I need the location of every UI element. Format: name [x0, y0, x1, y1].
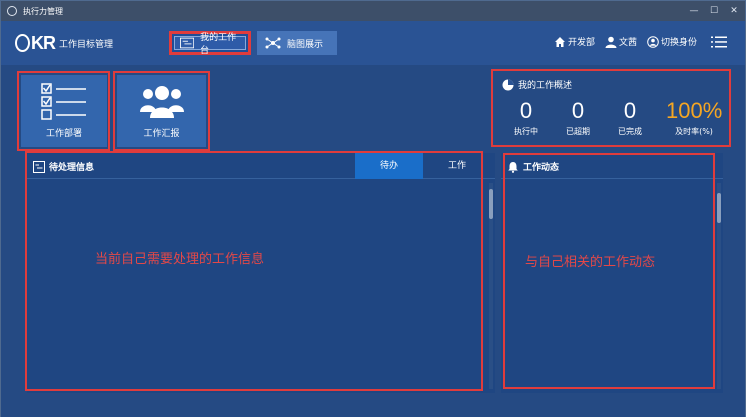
stat-on-time-rate: 100% 及时率(%): [666, 98, 722, 137]
stat-overdue-value: 0: [571, 98, 585, 123]
pie-chart-icon: [502, 79, 514, 90]
okr-logo-mark: KR: [15, 33, 56, 54]
home-icon: [554, 36, 565, 47]
stat-overdue: 0 已超期: [558, 98, 598, 137]
tile-work-report[interactable]: 工作汇报: [117, 75, 206, 147]
app-window: 执行力管理 — ☐ ✕ KR 工作目标管理 我的工作台 脑图展示 开发部 文茜 …: [0, 0, 746, 417]
stat-completed: 0 已完成: [610, 98, 650, 137]
tab-my-workbench[interactable]: 我的工作台: [169, 31, 251, 56]
window-controls: — ☐ ✕: [687, 4, 741, 18]
workbench-icon: [180, 37, 195, 49]
switch-identity-link[interactable]: 切换身份: [647, 35, 697, 48]
pending-annotation-box: [25, 151, 483, 391]
logo-text: 工作目标管理: [59, 40, 114, 50]
stat-overdue-label: 已超期: [566, 127, 590, 136]
tab-mindmap-label: 脑图展示: [287, 39, 324, 50]
stat-on-time-rate-label: 及时率(%): [675, 127, 713, 136]
tab-mindmap[interactable]: 脑图展示: [257, 31, 337, 55]
department-link[interactable]: 开发部: [554, 35, 595, 48]
workbench-content: 工作部署 工作汇报 我的工作概述 0 执行中 0 已超期 0 已完成 100% …: [1, 65, 745, 417]
activity-scrollbar[interactable]: [717, 193, 721, 223]
switch-identity-label: 切换身份: [660, 38, 697, 48]
work-overview: 我的工作概述 0 执行中 0 已超期 0 已完成 100% 及时率(%): [494, 72, 728, 144]
app-logo-icon: [7, 6, 17, 16]
user-name: 文茜: [618, 38, 637, 48]
user-link[interactable]: 文茜: [605, 35, 637, 48]
stat-in-progress-label: 执行中: [514, 127, 538, 136]
stat-completed-label: 已完成: [618, 127, 642, 136]
tile-work-deploy[interactable]: 工作部署: [21, 75, 107, 147]
app-header: KR 工作目标管理 我的工作台 脑图展示 开发部 文茜 切换身份: [1, 21, 745, 65]
maximize-button[interactable]: ☐: [707, 4, 721, 18]
close-button[interactable]: ✕: [727, 4, 741, 18]
department-label: 开发部: [567, 38, 595, 48]
stat-in-progress: 0 执行中: [506, 98, 546, 137]
tile-work-deploy-label: 工作部署: [45, 129, 82, 139]
stat-on-time-rate-value: 100%: [666, 98, 723, 123]
minimize-button[interactable]: —: [687, 4, 701, 18]
tab-my-workbench-label: 我的工作台: [200, 33, 237, 56]
checklist-icon: [41, 83, 86, 120]
team-icon: [139, 86, 184, 118]
stat-completed-value: 0: [623, 98, 637, 123]
stat-in-progress-value: 0: [519, 98, 533, 123]
overview-title-text: 我的工作概述: [518, 81, 573, 91]
switch-user-icon: [647, 35, 659, 48]
overview-title: 我的工作概述: [502, 78, 572, 91]
pending-scrollbar[interactable]: [489, 189, 493, 219]
mindmap-icon: [265, 37, 281, 49]
window-title: 执行力管理: [23, 6, 63, 16]
menu-icon[interactable]: [711, 36, 727, 48]
pending-annotation-text: 当前自己需要处理的工作信息: [95, 252, 265, 267]
title-bar: 执行力管理 — ☐ ✕: [1, 1, 745, 21]
activity-annotation-box: [503, 153, 715, 389]
user-icon: [605, 36, 617, 48]
activity-annotation-text: 与自己相关的工作动态: [525, 255, 656, 270]
okr-logo: KR 工作目标管理: [15, 33, 113, 54]
header-links: 开发部 文茜 切换身份: [554, 35, 727, 48]
tile-work-report-label: 工作汇报: [143, 129, 180, 139]
